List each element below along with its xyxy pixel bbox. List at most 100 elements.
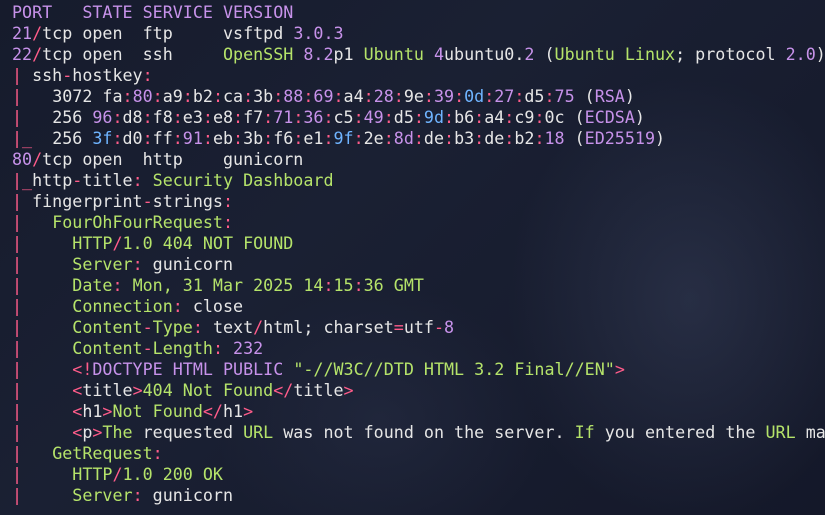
terminal-text-segment: http [32,170,73,190]
terminal-text-segment: Content [72,317,143,337]
terminal-text-segment: : [263,107,274,127]
terminal-text-segment: ) [815,44,825,64]
terminal-text-segment: 96 [92,107,113,127]
terminal-text-segment: f8 [152,107,173,127]
terminal-text-segment: - [62,65,73,85]
terminal-text-segment: 232 [233,338,264,358]
terminal-text-segment: - [433,317,445,337]
terminal-text-segment: HTTP [72,464,113,484]
terminal-window[interactable]: PORT STATE SERVICE VERSION 21/tcp open ft… [0,0,825,515]
terminal-text-segment: > [343,380,354,400]
terminal-text-segment: 22 [12,44,33,64]
terminal-text-segment: : [544,86,555,106]
terminal-text-segment: 36 GMT [363,275,424,295]
terminal-text-segment: you entered the [604,422,766,442]
terminal-line: | <title>404 Not Found</title> [12,380,825,401]
terminal-text-segment: ) [624,86,635,106]
terminal-text-segment: utf [403,317,434,337]
terminal-text-segment: 9f [333,128,354,148]
terminal-text-segment: eb [212,128,234,148]
terminal-text-segment: ( [564,107,585,127]
terminal-text-segment: d5 [524,86,545,106]
terminal-text-segment: ( [574,86,595,106]
terminal-line: | fingerprint-strings: [12,191,825,212]
terminal-text-segment: | [12,275,73,295]
terminal-line: | FourOhFourRequest: [12,212,825,233]
terminal-text-segment: a9 [162,86,183,106]
terminal-text-segment: tcp open ssh [42,44,223,64]
terminal-text-segment: : [474,128,485,148]
terminal-text-segment: 69 [313,86,334,106]
terminal-text-segment: | [12,401,73,421]
terminal-text-segment: : [323,107,334,127]
terminal-text-segment: : [293,128,304,148]
terminal-text-segment: 27 [494,86,515,106]
terminal-text-segment: | [12,464,73,484]
terminal-text-segment: < [72,401,83,421]
terminal-text-segment: ca [222,86,244,106]
terminal-text-segment: d8 [122,107,143,127]
nmap-scan-output: PORT STATE SERVICE VERSION 21/tcp open ft… [12,2,825,506]
terminal-text-segment: RSA [594,86,625,106]
terminal-text-segment: : [413,128,424,148]
terminal-text-segment: GetRequest [52,443,153,463]
terminal-text-segment: : [534,128,545,148]
terminal-text-segment: b2 [514,128,535,148]
terminal-text-segment: p1 [333,44,364,64]
terminal-line: | GetRequest: [12,443,825,464]
terminal-text-segment: b6 [454,107,475,127]
terminal-text-segment: If [574,422,605,442]
terminal-text-segment: : [353,128,364,148]
terminal-text-segment: Not Found [112,401,203,421]
terminal-text-segment: 8 [444,317,455,337]
terminal-text-segment: f6 [273,128,294,148]
terminal-text-segment: 3.0.3 [293,23,344,43]
terminal-text-segment: a4 [343,86,364,106]
terminal-text-segment: p [82,422,93,442]
terminal-text-segment: Mon, 31 Mar 2025 14 [132,275,324,295]
terminal-text-segment: 3072 [52,86,103,106]
terminal-text-segment: : [383,107,394,127]
terminal-text-segment: : [112,128,123,148]
terminal-text-segment: d5 [393,107,414,127]
terminal-text-segment: title [82,380,133,400]
terminal-line: | 256 96:d8:f8:e3:e8:f7:71:36:c5:49:d5:9… [12,107,825,128]
terminal-text-segment: : [474,107,485,127]
terminal-text-segment: de [423,128,445,148]
terminal-text-segment: Ubuntu [363,44,434,64]
terminal-text-segment: b2 [192,86,213,106]
terminal-text-segment: 0d [464,86,485,106]
terminal-text-segment: fingerprint [32,191,143,211]
terminal-text-segment: 2.0 [785,44,816,64]
terminal-text-segment: : [142,128,153,148]
terminal-text-segment: strings [152,191,223,211]
terminal-text-segment: | [12,422,73,442]
terminal-text-segment: : [212,338,234,358]
terminal-text-segment: : [172,296,193,316]
terminal-text-segment: Security Dashboard [152,170,334,190]
terminal-text-segment: | [12,485,73,505]
terminal-text-segment: close [192,296,244,316]
terminal-text-segment: title [82,170,133,190]
terminal-text-segment: de [484,128,505,148]
terminal-line: | <h1>Not Found</h1> [12,401,825,422]
terminal-text-segment: > [243,401,254,421]
terminal-text-segment: 3b [253,86,274,106]
terminal-text-segment: c5 [333,107,354,127]
terminal-line: |_http-title: Security Dashboard [12,170,825,191]
terminal-text-segment: 404 Not Found [142,380,274,400]
terminal-text-segment: b3 [454,128,475,148]
terminal-text-segment: : [112,275,133,295]
terminal-line: PORT STATE SERVICE VERSION [12,2,825,23]
terminal-text-segment: 88 [283,86,304,106]
terminal-text-segment: 21 [12,23,33,43]
terminal-text-segment: : [132,254,153,274]
terminal-text-segment: : [484,86,495,106]
terminal-text-segment: hostkey [72,65,143,85]
terminal-text-segment: 80 [132,86,153,106]
terminal-text-segment: URL [243,422,284,442]
terminal-line: | Date: Mon, 31 Mar 2025 14:15:36 GMT [12,275,825,296]
terminal-text-segment: 9e [403,86,424,106]
terminal-text-segment: | [12,254,73,274]
terminal-text-segment: 2e [363,128,384,148]
